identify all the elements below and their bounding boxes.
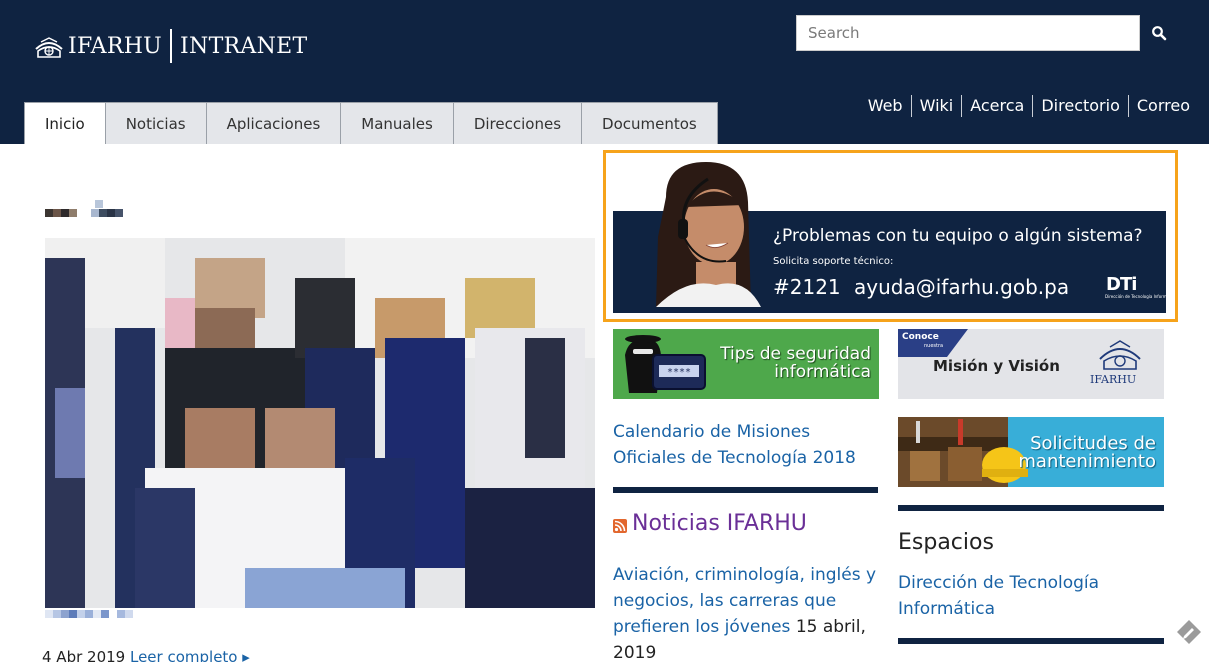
support-agent-illustration bbox=[656, 162, 761, 307]
search-icon bbox=[1152, 26, 1167, 41]
section-divider bbox=[613, 487, 878, 493]
support-extension: #2121 bbox=[773, 275, 841, 299]
password-mask: **** bbox=[667, 367, 691, 378]
tab-direcciones[interactable]: Direcciones bbox=[453, 102, 583, 144]
caption-pixelated bbox=[45, 610, 133, 618]
article-date: 4 Abr 2019 bbox=[42, 648, 126, 662]
tips-line2: informática bbox=[774, 362, 871, 382]
espacios-title: Espacios bbox=[898, 530, 994, 555]
link-correo[interactable]: Correo bbox=[1129, 95, 1190, 117]
dti-logo-subtitle: Dirección de Tecnología Informática bbox=[1105, 294, 1177, 299]
read-more-link[interactable]: Leer completo ▸ bbox=[130, 648, 250, 662]
dti-logo: DTi bbox=[1106, 274, 1137, 295]
search-box bbox=[796, 15, 1140, 51]
solicitudes-mantenimiento-banner[interactable]: Solicitudes de mantenimiento bbox=[898, 417, 1164, 487]
toolbelt-icon bbox=[898, 417, 1028, 487]
link-web[interactable]: Web bbox=[860, 95, 911, 117]
main-tabs: Inicio Noticias Aplicaciones Manuales Di… bbox=[24, 102, 718, 144]
tab-aplicaciones[interactable]: Aplicaciones bbox=[206, 102, 342, 144]
read-more-label: Leer completo bbox=[129, 648, 238, 662]
security-tips-banner[interactable]: **** Tips de seguridad informática bbox=[613, 329, 879, 399]
link-wiki[interactable]: Wiki bbox=[912, 95, 962, 117]
ifarhu-emblem-icon bbox=[35, 37, 63, 58]
calendar-link[interactable]: Calendario de Misiones Oficiales de Tecn… bbox=[613, 419, 883, 471]
solicitudes-line2: mantenimiento bbox=[1018, 451, 1156, 472]
news-title-label: Noticias IFARHU bbox=[632, 511, 807, 536]
search-input[interactable] bbox=[797, 16, 1139, 50]
mision-title: Misión y Visión bbox=[933, 357, 1060, 375]
search-button[interactable] bbox=[1146, 20, 1172, 46]
section-divider bbox=[898, 505, 1164, 511]
tab-noticias[interactable]: Noticias bbox=[105, 102, 207, 144]
tab-documentos[interactable]: Documentos bbox=[582, 102, 718, 144]
news-photo[interactable] bbox=[45, 238, 595, 608]
mision-logo-text: IFARHU bbox=[1090, 373, 1137, 386]
tips-title: Tips de seguridad informática bbox=[720, 345, 871, 381]
news-item: Aviación, criminología, inglés y negocio… bbox=[613, 562, 888, 662]
support-banner[interactable]: ¿Problemas con tu equipo o algún sistema… bbox=[603, 150, 1178, 322]
hacker-icon: **** bbox=[625, 335, 706, 393]
nuestra-label: nuestra bbox=[924, 343, 944, 349]
logo-suffix: INTRANET bbox=[180, 33, 308, 59]
ifarhu-emblem-icon bbox=[1099, 340, 1141, 370]
tab-inicio[interactable]: Inicio bbox=[24, 102, 106, 144]
section-divider bbox=[898, 638, 1164, 644]
mision-vision-banner[interactable]: Conoce nuestra Misión y Visión IFARHU bbox=[898, 329, 1164, 399]
article-caption: 4 Abr 2019 Leer completo ▸ bbox=[42, 648, 250, 662]
solicitudes-title: Solicitudes de mantenimiento bbox=[1018, 435, 1156, 471]
tips-line1: Tips de seguridad bbox=[720, 344, 871, 364]
support-question: ¿Problemas con tu equipo o algún sistema… bbox=[773, 226, 1143, 246]
support-email: ayuda@ifarhu.gob.pa bbox=[854, 275, 1070, 299]
site-logo[interactable]: IFARHU INTRANET bbox=[32, 26, 307, 66]
headline-pixelated-top bbox=[95, 200, 103, 208]
rss-icon bbox=[613, 518, 627, 533]
espacios-link[interactable]: Dirección de Tecnología Informática bbox=[898, 570, 1158, 622]
logo-divider bbox=[170, 29, 173, 63]
link-directorio[interactable]: Directorio bbox=[1033, 95, 1128, 117]
tab-manuales[interactable]: Manuales bbox=[341, 102, 454, 144]
top-links: Web Wiki Acerca Directorio Correo bbox=[860, 95, 1190, 117]
link-acerca[interactable]: Acerca bbox=[962, 95, 1032, 117]
conoce-label: Conoce bbox=[902, 332, 939, 342]
headline-pixelated bbox=[45, 209, 123, 217]
edit-icon[interactable] bbox=[1176, 619, 1202, 645]
logo-name: IFARHU bbox=[68, 33, 163, 59]
news-title[interactable]: Noticias IFARHU bbox=[613, 511, 807, 536]
support-subtitle: Solicita soporte técnico: bbox=[773, 256, 894, 267]
